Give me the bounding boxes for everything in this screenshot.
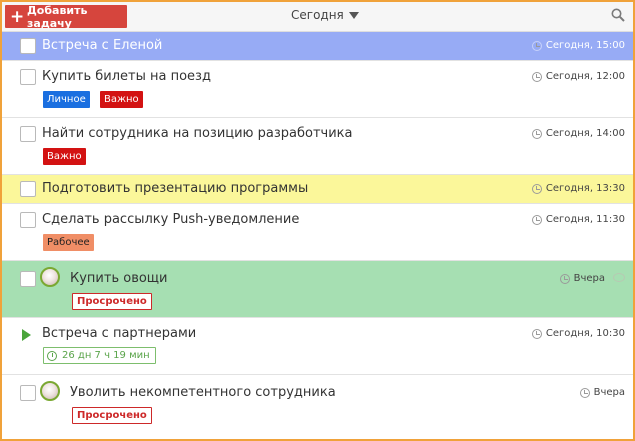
date-filter-label: Сегодня: [291, 8, 344, 22]
task-title[interactable]: Встреча с Еленой: [42, 38, 162, 53]
task-checkbox[interactable]: [20, 126, 36, 142]
comment-icon[interactable]: [613, 273, 625, 282]
task-checkbox[interactable]: [20, 271, 36, 287]
task-time-label: Сегодня, 14:00: [545, 128, 625, 139]
clock-icon: [531, 128, 542, 139]
tag-work[interactable]: Рабочее: [43, 234, 94, 251]
toolbar: + Добавить задачу Сегодня: [2, 2, 633, 32]
task-checkbox[interactable]: [20, 385, 36, 401]
plus-icon: +: [10, 6, 25, 27]
tag-personal[interactable]: Личное: [43, 91, 90, 108]
task-title[interactable]: Встреча с партнерами: [42, 326, 196, 341]
clock-icon: [531, 214, 542, 225]
task-time: Сегодня, 13:30: [531, 183, 625, 194]
clock-icon: [531, 71, 542, 82]
task-title[interactable]: Уволить некомпетентного сотрудника: [70, 385, 336, 400]
task-row[interactable]: Встреча с партнерами Сегодня, 10:30 26 д…: [2, 318, 633, 375]
date-filter-dropdown[interactable]: Сегодня: [291, 8, 359, 22]
overdue-badge: Просрочено: [72, 407, 152, 424]
task-time: Вчера: [559, 273, 605, 284]
search-icon[interactable]: [611, 8, 625, 22]
tag-important[interactable]: Важно: [43, 148, 86, 165]
add-task-button[interactable]: + Добавить задачу: [5, 3, 127, 30]
task-time-label: Сегодня, 11:30: [545, 214, 625, 225]
clock-icon: [531, 40, 542, 51]
task-title[interactable]: Найти сотрудника на позицию разработчика: [42, 126, 352, 141]
task-row[interactable]: Сделать рассылку Push-уведомление Сегодн…: [2, 204, 633, 261]
task-row[interactable]: Найти сотрудника на позицию разработчика…: [2, 118, 633, 175]
timer-badge: 26 дн 7 ч 19 мин: [43, 347, 156, 364]
clock-icon: [531, 183, 542, 194]
task-row[interactable]: Встреча с Еленой Сегодня, 15:00: [2, 32, 633, 61]
clock-icon: [531, 328, 542, 339]
avatar[interactable]: [40, 381, 60, 401]
task-time-label: Сегодня, 13:30: [545, 183, 625, 194]
task-time-label: Вчера: [573, 273, 605, 284]
task-row[interactable]: Подготовить презентацию программы Сегодн…: [2, 175, 633, 204]
avatar[interactable]: [40, 267, 60, 287]
task-checkbox[interactable]: [20, 212, 36, 228]
task-row[interactable]: Купить овощи Вчера Просрочено: [2, 261, 633, 318]
task-title[interactable]: Купить билеты на поезд: [42, 69, 211, 84]
task-time: Сегодня, 10:30: [531, 328, 625, 339]
task-time: Сегодня, 11:30: [531, 214, 625, 225]
timer-label: 26 дн 7 ч 19 мин: [62, 350, 150, 361]
task-time-label: Сегодня, 15:00: [545, 40, 625, 51]
app-frame: + Добавить задачу Сегодня Встреча с Елен…: [0, 0, 635, 441]
tag-important[interactable]: Важно: [100, 91, 143, 108]
overdue-badge: Просрочено: [72, 293, 152, 310]
timer-icon: [47, 350, 57, 361]
task-time: Сегодня, 15:00: [531, 40, 625, 51]
task-time: Вчера: [579, 387, 625, 398]
task-checkbox[interactable]: [20, 181, 36, 197]
clock-icon: [579, 387, 590, 398]
task-row[interactable]: Уволить некомпетентного сотрудника Вчера…: [2, 375, 633, 431]
task-time: Сегодня, 12:00: [531, 71, 625, 82]
task-time-label: Сегодня, 12:00: [545, 71, 625, 82]
task-row[interactable]: Купить билеты на поезд Сегодня, 12:00 Ли…: [2, 61, 633, 118]
clock-icon: [559, 273, 570, 284]
task-title[interactable]: Купить овощи: [70, 271, 168, 286]
task-title[interactable]: Подготовить презентацию программы: [42, 181, 308, 196]
chevron-down-icon: [348, 11, 359, 19]
add-task-label: Добавить задачу: [27, 3, 88, 30]
task-time-label: Вчера: [593, 387, 625, 398]
task-time-label: Сегодня, 10:30: [545, 328, 625, 339]
task-title[interactable]: Сделать рассылку Push-уведомление: [42, 212, 299, 227]
play-icon[interactable]: [22, 329, 31, 341]
task-time: Сегодня, 14:00: [531, 128, 625, 139]
task-checkbox[interactable]: [20, 38, 36, 54]
task-checkbox[interactable]: [20, 69, 36, 85]
